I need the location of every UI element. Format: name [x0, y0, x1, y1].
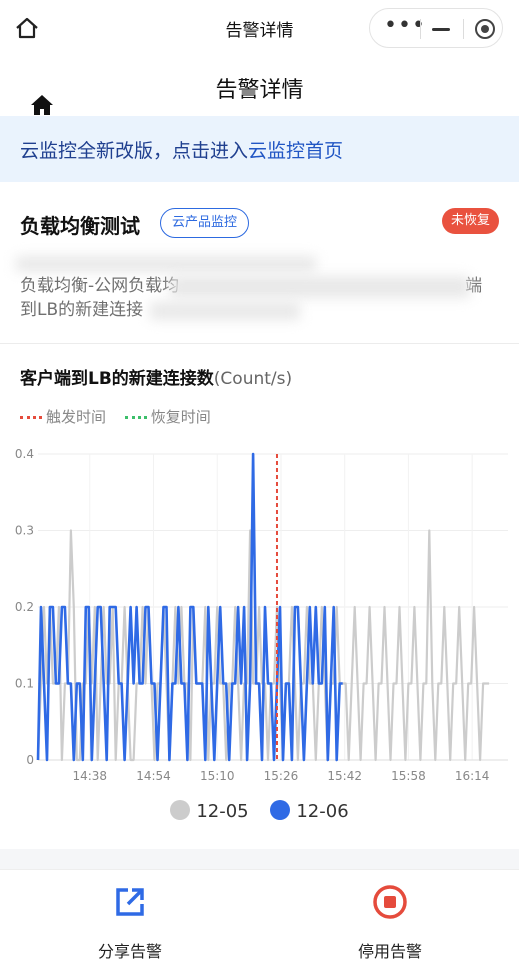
x-tick-label: 15:26 — [264, 769, 299, 783]
y-tick-label: 0.4 — [15, 447, 34, 461]
series-swatch — [270, 800, 291, 820]
chart-title: 客户端到LB的新建连接数 — [20, 369, 214, 389]
x-tick-label: 15:58 — [391, 769, 426, 783]
redacted-text — [150, 302, 300, 320]
banner-link[interactable]: 云监控首页 — [248, 140, 343, 162]
product-tag: 云产品监控 — [160, 208, 250, 238]
minimize-icon[interactable] — [432, 28, 450, 31]
page-header: 告警详情 — [0, 56, 519, 116]
page-title: 告警详情 — [215, 78, 304, 103]
y-tick-label: 0.2 — [15, 600, 34, 614]
share-label: 分享告警 — [97, 942, 162, 961]
y-tick-label: 0 — [26, 753, 34, 767]
x-tick-label: 15:42 — [327, 769, 362, 783]
redacted-text — [170, 276, 470, 298]
alarm-desc-line1: 负载均衡-公网负载均 — [20, 276, 180, 296]
x-tick-label: 16:14 — [455, 769, 490, 783]
x-tick-label: 15:10 — [200, 769, 235, 783]
home-icon[interactable] — [30, 94, 54, 116]
section-gap — [0, 849, 519, 869]
record-close-icon[interactable] — [475, 19, 495, 39]
recover-line-swatch — [124, 416, 147, 419]
y-tick-label: 0.1 — [15, 677, 34, 691]
banner-text: 云监控全新改版，点击进入 — [20, 140, 249, 162]
alarm-name: 负载均衡测试 — [20, 214, 140, 238]
redacted-text — [16, 256, 316, 272]
x-tick-label: 14:38 — [72, 769, 107, 783]
event-legend: 触发时间 恢复时间 — [20, 406, 225, 427]
share-icon — [116, 888, 144, 916]
series-legend: 12-05 12-06 — [0, 800, 519, 822]
capsule-divider — [420, 19, 421, 39]
line-chart[interactable]: 0 0.1 0.2 0.3 0.4 14:38 14:54 15:10 15:26 15:42 15… — [0, 440, 519, 800]
chart-unit: (Count/s) — [213, 369, 293, 389]
legend-series-1205[interactable]: 12-05 — [170, 800, 249, 822]
metric-chart-section: 客户端到LB的新建连接数(Count/s) 触发时间 恢复时间 0 0.1 0.2 0… — [0, 344, 519, 849]
stop-label: 停用告警 — [357, 942, 422, 961]
series-swatch — [170, 800, 191, 820]
stop-alarm-button[interactable]: 停用告警 — [310, 884, 470, 962]
bottom-action-bar: 分享告警 停用告警 — [0, 869, 519, 975]
legend-series-1206[interactable]: 12-06 — [270, 800, 349, 822]
x-tick-label: 14:54 — [136, 769, 171, 783]
top-nav-bar: 告警详情 ••• — [0, 0, 519, 56]
status-badge: 未恢复 — [441, 208, 499, 234]
legend-recover: 恢复时间 — [124, 408, 211, 426]
legend-trigger: 触发时间 — [20, 408, 106, 426]
share-alarm-button[interactable]: 分享告警 — [50, 884, 210, 962]
y-tick-label: 0.3 — [15, 524, 34, 538]
capsule-divider — [463, 19, 464, 39]
trigger-line-swatch — [20, 416, 42, 419]
alarm-card: 负载均衡测试 云产品监控 未恢复 负载均衡-公网负载均端 到LB的新建连接 — [0, 182, 519, 344]
capsule-menu: ••• — [369, 8, 503, 48]
promo-banner[interactable]: 云监控全新改版，点击进入云监控首页 — [0, 116, 519, 182]
more-dots-icon[interactable]: ••• — [384, 15, 425, 39]
stop-icon — [373, 885, 407, 919]
